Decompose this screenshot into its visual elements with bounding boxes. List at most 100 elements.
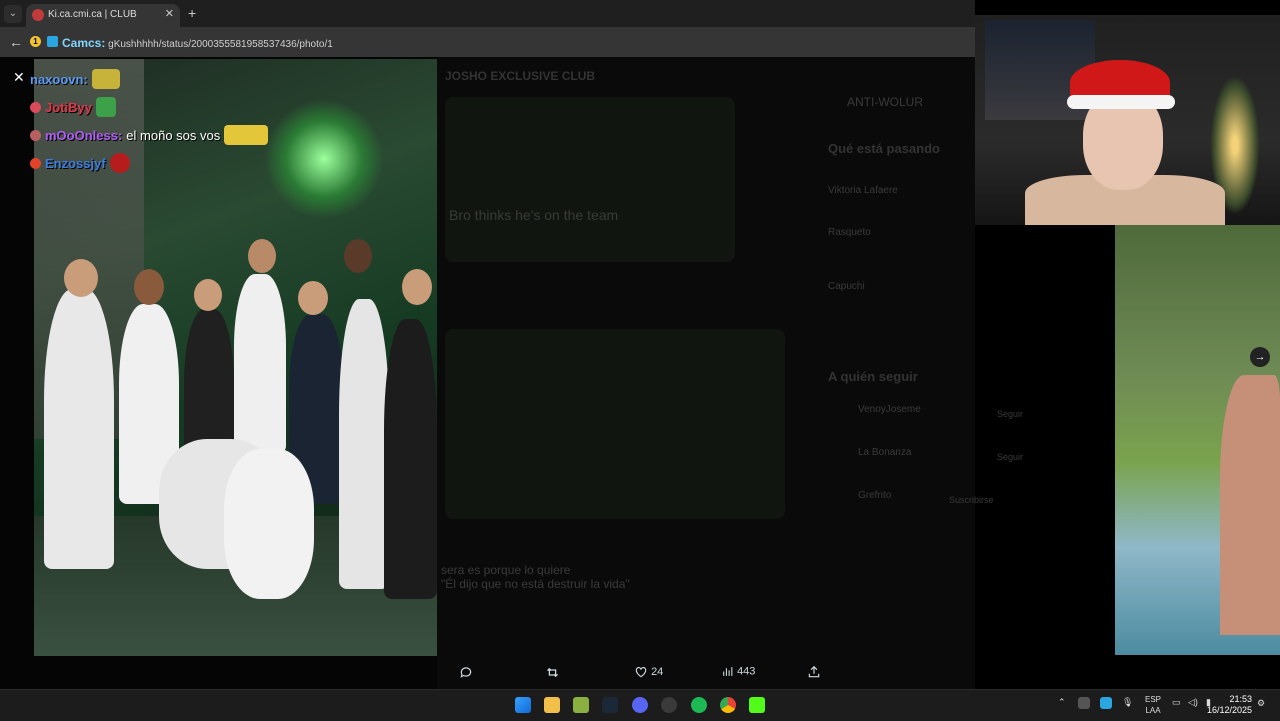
tab-title: Ki.ca.cmi.ca | CLUB — [48, 9, 137, 20]
spotify-icon[interactable] — [691, 697, 707, 713]
ghost-follow-user: La Bonanza — [858, 447, 912, 458]
photo-person-head — [344, 239, 372, 273]
ghost-caption: Bro thinks he's on the team — [449, 207, 619, 223]
ghost-trending-title: Qué está pasando — [828, 141, 940, 156]
share-button[interactable] — [807, 665, 821, 679]
chat-nick: JotiByy — [45, 99, 92, 115]
extension-icon[interactable] — [47, 36, 58, 47]
photo-person-head — [194, 279, 222, 311]
like-button[interactable]: 24 — [634, 665, 663, 679]
chat-message: naxoovn: — [30, 65, 268, 93]
photo-person — [234, 274, 286, 454]
chat-emote-icon — [95, 97, 116, 117]
chat-badge-icon — [30, 157, 41, 169]
tray-app-icon[interactable] — [1100, 697, 1112, 709]
share-icon — [808, 665, 820, 678]
photo-person-head — [134, 269, 164, 305]
view-count: 443 — [737, 665, 756, 678]
tab-close-icon[interactable]: ✕ — [165, 7, 174, 20]
ghost-follow-title: A quién seguir — [828, 369, 918, 384]
chat-nick: naxoovn: — [30, 71, 88, 87]
ghost-subscribe-button: Suscribirse — [949, 495, 994, 505]
photo-person-head — [64, 259, 98, 297]
address-bar: ← 1 Camcs: gKushhhhh/status/200035558195… — [0, 27, 975, 57]
ghost-reply-2: "Él dijo que no está destruir la vida" — [441, 577, 630, 591]
tray-sync-icon[interactable] — [1078, 697, 1090, 709]
chat-message: JotiByy — [30, 93, 268, 121]
dimmed-feed-background: JOSHO EXCLUSIVE CLUB Bro thinks he's on … — [437, 57, 1023, 689]
microphone-icon[interactable]: 🎙 — [1122, 697, 1133, 708]
photo-green-light — [264, 99, 384, 219]
ghost-club-name: JOSHO EXCLUSIVE CLUB — [445, 69, 596, 83]
clock-date: 16/12/2025 — [1206, 705, 1252, 715]
ghost-follow-user: Grefrito — [858, 490, 892, 501]
minecraft-icon[interactable] — [573, 697, 589, 713]
photo-viewer: JOSHO EXCLUSIVE CLUB Bro thinks he's on … — [0, 57, 1023, 689]
url-overlay-tag: Camcs: — [62, 36, 106, 50]
chrome-icon[interactable] — [720, 697, 736, 713]
santa-hat-band — [1067, 95, 1175, 109]
stream-chat-overlay: naxoovn: JotiByy mOoOnless: el moño sos … — [30, 65, 269, 177]
notification-gear-icon[interactable]: ⚙ — [1257, 698, 1265, 709]
photo-person-head — [298, 281, 328, 315]
close-viewer-icon[interactable]: ✕ — [13, 69, 25, 86]
clock-time: 21:53 — [1229, 694, 1252, 704]
url-field[interactable]: Camcs: gKushhhhh/status/2000355581958537… — [62, 36, 333, 50]
discord-icon[interactable] — [632, 697, 648, 713]
post-action-bar: 24 443 — [437, 661, 837, 687]
next-image-arrow-icon[interactable]: → — [1250, 347, 1270, 367]
new-tab-button[interactable]: + — [188, 5, 196, 21]
file-explorer-icon[interactable] — [544, 697, 560, 713]
reply-icon — [460, 667, 472, 678]
chat-text: el moño sos vos — [126, 127, 221, 143]
extension-badge-icon[interactable]: 1 — [30, 36, 41, 47]
photo-person — [339, 299, 389, 589]
ghost-post-image-2 — [445, 329, 785, 519]
chat-emote-icon — [109, 153, 130, 173]
tray-overflow-icon[interactable]: ⌃ — [1058, 697, 1066, 708]
photo-person-crouching — [224, 449, 314, 599]
ghost-follow-user: VenoyJoseme — [858, 404, 921, 415]
ghost-trend: Capuchi — [828, 281, 865, 292]
analytics-icon — [723, 667, 733, 676]
app-icon[interactable] — [661, 697, 677, 713]
ghost-follow-button: Seguir — [997, 409, 1024, 419]
ghost-follow-button: Seguir — [997, 452, 1024, 462]
views-button[interactable]: 443 — [721, 665, 755, 678]
chat-message: mOoOnless: el moño sos vos — [30, 121, 269, 149]
side-photo-person — [1220, 375, 1280, 635]
tab-search-dropdown[interactable]: ⌄ — [4, 5, 22, 23]
language-code: ESP — [1145, 695, 1162, 704]
windows-taskbar: ⌃ 🎙 ESP LAA ▭ ◁) ▮ 21:53 16/12/2025 ⚙ — [0, 689, 1280, 721]
system-clock[interactable]: 21:53 16/12/2025 — [1207, 694, 1252, 716]
ghost-trend: Viktoria Lafaere — [828, 185, 898, 196]
chat-message: Enzossjyf — [30, 149, 268, 177]
kick-icon[interactable] — [749, 697, 765, 713]
photo-person-head — [248, 239, 276, 273]
browser-tab[interactable]: Ki.ca.cmi.ca | CLUB ✕ — [26, 4, 180, 27]
reply-button[interactable] — [459, 665, 473, 679]
url-text: gKushhhhh/status/2000355581958537436/pho… — [108, 39, 333, 50]
browser-tab-bar: ⌄ Ki.ca.cmi.ca | CLUB ✕ + — [0, 0, 975, 27]
photo-person — [384, 319, 437, 599]
volume-icon[interactable]: ◁) — [1188, 697, 1198, 708]
streamer-webcam — [975, 15, 1280, 225]
repost-icon — [547, 667, 558, 678]
language-indicator[interactable]: ESP LAA — [1145, 694, 1161, 716]
photo-person-head — [402, 269, 432, 305]
chat-nick: mOoOnless: — [45, 127, 123, 143]
network-icon[interactable]: ▭ — [1172, 697, 1181, 708]
chat-nick: Enzossjyf — [45, 155, 106, 171]
back-arrow-icon[interactable]: ← — [9, 34, 23, 50]
chat-emote-icon — [224, 125, 269, 145]
tab-favicon-icon — [32, 9, 44, 21]
steam-icon[interactable] — [602, 697, 618, 713]
keyboard-layout: LAA — [1145, 706, 1161, 715]
next-photo-preview — [1115, 225, 1280, 655]
start-windows-icon[interactable] — [515, 697, 531, 713]
ghost-post-image — [445, 97, 735, 262]
chat-badge-icon — [30, 129, 41, 141]
ghost-reply: sera es porque lo quiere — [441, 563, 571, 577]
like-count: 24 — [651, 665, 664, 678]
repost-button[interactable] — [545, 665, 560, 680]
